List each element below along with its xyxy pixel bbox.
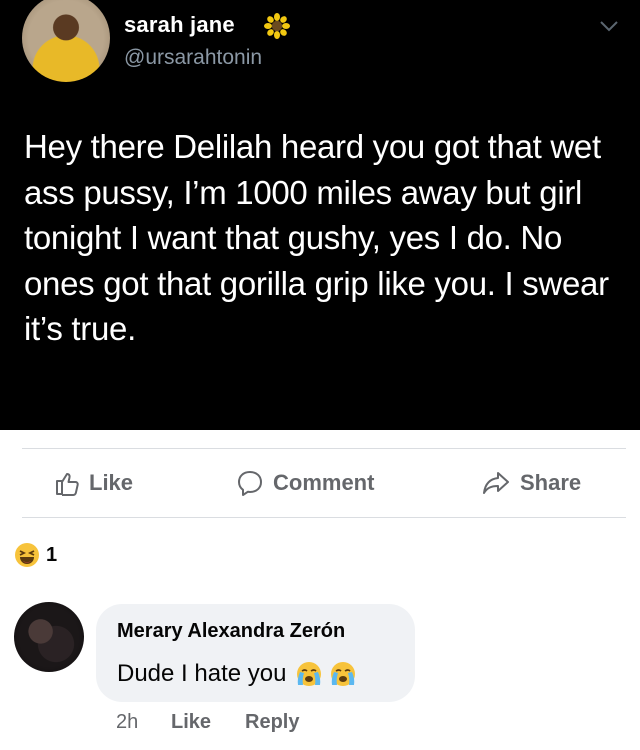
thumbs-up-icon [56, 473, 79, 496]
tweet-text: Hey there Delilah heard you got that wet… [24, 128, 609, 347]
laughing-emoji-icon [15, 543, 39, 567]
sunflower-icon [264, 13, 290, 39]
share-label: Share [520, 470, 582, 495]
comment-reply-button[interactable]: Reply [245, 711, 299, 734]
tweet-author-handle: @ursarahtonin [124, 46, 263, 69]
comment-like-button[interactable]: Like [171, 711, 211, 734]
share-button[interactable]: Share [481, 468, 581, 498]
comment-body: Dude I hate you [117, 660, 287, 687]
comment-author[interactable]: Merary Alexandra Zerón [117, 620, 345, 643]
loudly-crying-emoji-icon [297, 662, 322, 686]
share-arrow-icon [483, 472, 509, 494]
comment-bubble-icon [238, 471, 262, 496]
divider [22, 448, 626, 449]
loudly-crying-emoji-icon [331, 662, 356, 686]
reaction-summary[interactable]: 1 [14, 542, 57, 568]
tweet-screenshot: sarah jane @ursarahtonin Hey there Delil… [0, 0, 640, 430]
comment-timestamp: 2h [116, 711, 139, 733]
like-button[interactable]: Like [54, 468, 133, 498]
chevron-down-icon[interactable] [598, 18, 620, 34]
comment-label: Comment [273, 470, 375, 495]
comment-button[interactable]: Comment [236, 468, 374, 498]
tweet-author-name: sarah jane [124, 12, 235, 37]
facebook-post-footer: Like Comment Share 1 Merary Alexandra Ze… [0, 430, 640, 750]
like-label: Like [89, 470, 134, 495]
divider [22, 517, 626, 518]
commenter-avatar[interactable] [14, 602, 84, 672]
tweet-author-avatar [22, 0, 110, 82]
reaction-count: 1 [46, 543, 58, 566]
comment-text: Dude I hate you [117, 660, 358, 688]
